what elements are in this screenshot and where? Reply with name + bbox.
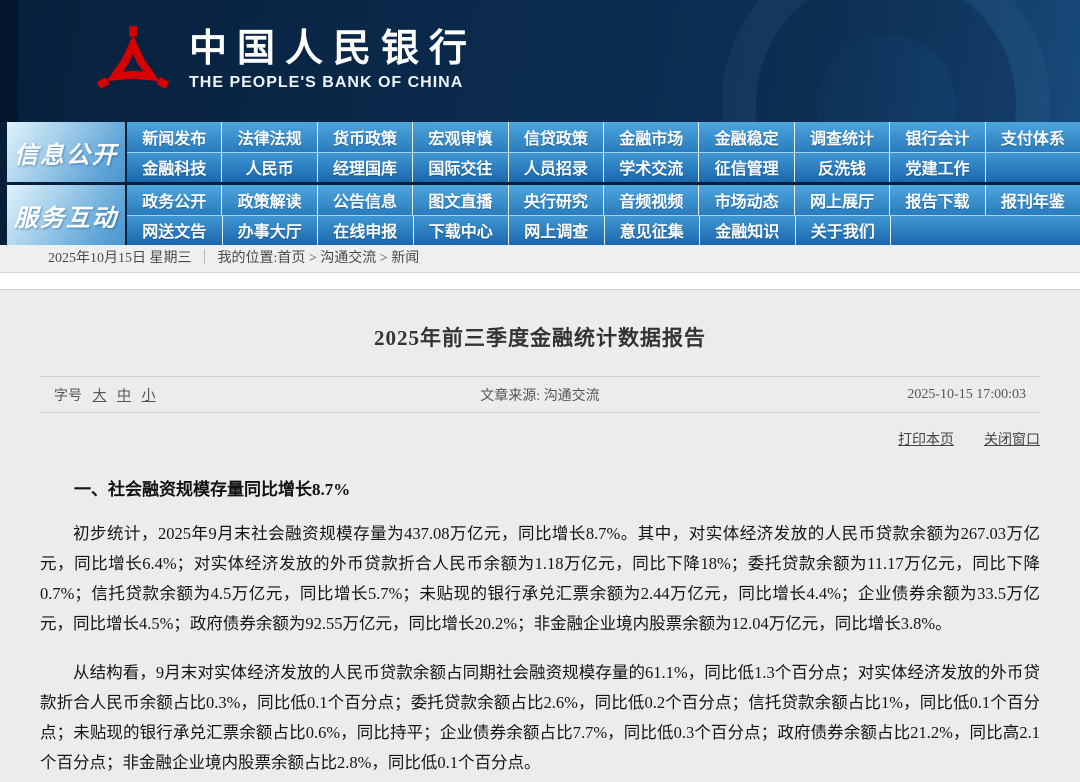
nav-item[interactable]: 金融市场 — [604, 122, 699, 152]
nav-item[interactable]: 信贷政策 — [509, 122, 604, 152]
path-separator: > — [376, 251, 391, 266]
location-label: 我的位置: — [218, 251, 278, 266]
article-paragraph: 初步统计，2025年9月末社会融资规模存量为437.08万亿元，同比增长8.7%… — [40, 519, 1040, 639]
nav-item[interactable]: 反洗钱 — [795, 153, 890, 183]
nav-item[interactable]: 音频视频 — [604, 185, 699, 215]
nav-item[interactable]: 网上调查 — [509, 216, 605, 246]
nav-item[interactable]: 网送文告 — [127, 216, 223, 246]
path-separator: > — [305, 251, 320, 266]
close-window-link[interactable]: 关闭窗口 — [984, 429, 1040, 449]
nav-item[interactable]: 政务公开 — [127, 185, 222, 215]
article-panel: 2025年前三季度金融统计数据报告 字号 大 中 小 文章来源: 沟通交流 20… — [0, 290, 1080, 778]
publish-datetime: 2025-10-15 17:00:03 — [702, 387, 1026, 403]
nav-item[interactable]: 市场动态 — [699, 185, 794, 215]
nav-item[interactable]: 法律法规 — [222, 122, 317, 152]
font-size-large-button[interactable]: 大 — [93, 389, 107, 404]
nav-item[interactable]: 意见征集 — [605, 216, 701, 246]
font-size-small-button[interactable]: 小 — [142, 389, 156, 404]
nav-section-label-xinxigongkai[interactable]: 信息公开 — [7, 122, 125, 182]
article-meta-bar: 字号 大 中 小 文章来源: 沟通交流 2025-10-15 17:00:03 — [40, 376, 1040, 413]
article-paragraph: 从结构看，9月末对实体经济发放的人民币贷款余额占同期社会融资规模存量的61.1%… — [40, 658, 1040, 778]
nav-item-empty — [986, 153, 1080, 183]
nav-item[interactable]: 党建工作 — [890, 153, 985, 183]
breadcrumb: 2025年10月15日 星期三 ｜ 我的位置:首页 > 沟通交流 > 新闻 — [0, 245, 1080, 273]
nav-item[interactable]: 货币政策 — [318, 122, 413, 152]
nav-item[interactable]: 关于我们 — [796, 216, 892, 246]
nav-item[interactable]: 金融稳定 — [699, 122, 794, 152]
source-label: 文章来源: — [480, 389, 540, 404]
font-size-medium-button[interactable]: 中 — [117, 389, 131, 404]
breadcrumb-separator: ｜ — [198, 251, 212, 266]
font-size-label: 字号 — [54, 389, 82, 404]
bank-logo[interactable]: 中国人民银行 THE PEOPLE'S BANK OF CHINA — [95, 15, 477, 107]
nav-item[interactable]: 图文直播 — [413, 185, 508, 215]
nav-item[interactable]: 报刊年鉴 — [986, 185, 1080, 215]
nav-item[interactable]: 学术交流 — [604, 153, 699, 183]
bank-name-english: THE PEOPLE'S BANK OF CHINA — [189, 74, 477, 92]
divider-strip — [0, 273, 1080, 290]
nav-band-information-disclosure: 信息公开 新闻发布 法律法规 货币政策 宏观审慎 信贷政策 金融市场 金融稳定 … — [7, 122, 1080, 182]
page-title: 2025年前三季度金融统计数据报告 — [40, 290, 1040, 352]
section-heading: 一、社会融资规模存量同比增长8.7% — [40, 475, 1040, 500]
nav-item[interactable]: 政策解读 — [222, 185, 317, 215]
current-date: 2025年10月15日 星期三 — [48, 251, 192, 266]
pboc-emblem-icon — [95, 15, 171, 107]
nav-item[interactable]: 下载中心 — [414, 216, 510, 246]
nav-item[interactable]: 人员招录 — [509, 153, 604, 183]
nav-item[interactable]: 公告信息 — [318, 185, 413, 215]
nav-item[interactable]: 宏观审慎 — [413, 122, 508, 152]
source-value: 沟通交流 — [544, 389, 600, 404]
site-header: 中国人民银行 THE PEOPLE'S BANK OF CHINA — [0, 0, 1080, 122]
bank-name-chinese: 中国人民银行 — [189, 30, 477, 68]
nav-item[interactable]: 支付体系 — [986, 122, 1080, 152]
breadcrumb-home[interactable]: 首页 — [277, 251, 305, 266]
nav-item-empty — [986, 216, 1080, 246]
nav-item[interactable]: 央行研究 — [509, 185, 604, 215]
main-navigation: 信息公开 新闻发布 法律法规 货币政策 宏观审慎 信贷政策 金融市场 金融稳定 … — [0, 122, 1080, 245]
breadcrumb-news[interactable]: 新闻 — [391, 251, 419, 266]
print-page-link[interactable]: 打印本页 — [898, 429, 954, 449]
nav-item[interactable]: 网上展厅 — [795, 185, 890, 215]
nav-item[interactable]: 新闻发布 — [127, 122, 222, 152]
nav-item[interactable]: 金融知识 — [700, 216, 796, 246]
nav-item[interactable]: 办事大厅 — [223, 216, 319, 246]
breadcrumb-communication[interactable]: 沟通交流 — [320, 251, 376, 266]
nav-item[interactable]: 调查统计 — [795, 122, 890, 152]
nav-item[interactable]: 金融科技 — [127, 153, 222, 183]
nav-item[interactable]: 经理国库 — [318, 153, 413, 183]
nav-item[interactable]: 报告下载 — [890, 185, 985, 215]
nav-item[interactable]: 在线申报 — [318, 216, 414, 246]
nav-band-service-interaction: 服务互动 政务公开 政策解读 公告信息 图文直播 央行研究 音频视频 市场动态 … — [7, 185, 1080, 245]
nav-item-empty — [891, 216, 986, 246]
nav-item[interactable]: 人民币 — [222, 153, 317, 183]
nav-item[interactable]: 征信管理 — [699, 153, 794, 183]
nav-section-label-fuwuhudong[interactable]: 服务互动 — [7, 185, 125, 245]
nav-item[interactable]: 银行会计 — [890, 122, 985, 152]
nav-item[interactable]: 国际交往 — [413, 153, 508, 183]
